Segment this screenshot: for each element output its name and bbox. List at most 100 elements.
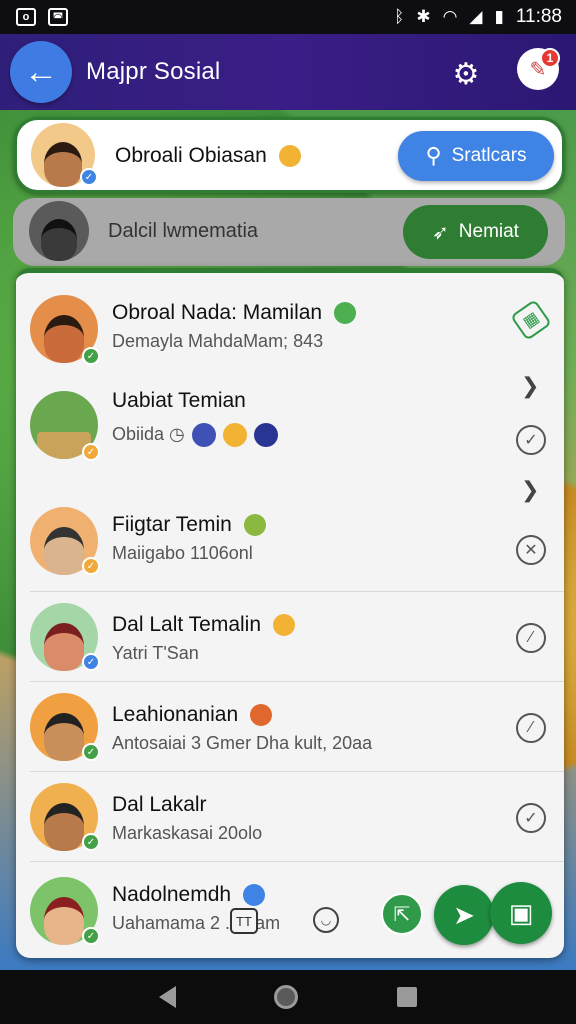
- arrow-left-icon: ←: [24, 52, 58, 91]
- gear-icon: ⚙: [452, 57, 480, 91]
- slash-circle-icon[interactable]: ⁄: [516, 713, 546, 743]
- list-item-subtitle-text: Obiida: [112, 423, 165, 444]
- list-item-name: Leahionanian: [112, 703, 272, 727]
- wave-emoji-icon: [242, 884, 265, 907]
- join-button-label: Nemiat: [458, 221, 519, 242]
- verified-badge-icon: ✓: [80, 168, 98, 186]
- list-item-name-text: Leahionanian: [112, 703, 239, 726]
- list-item-name-text: Obroal Nada: Mamilan: [112, 301, 323, 324]
- settings-button[interactable]: ⚙: [444, 52, 488, 96]
- image-icon: ◚: [48, 8, 68, 26]
- status-time: 11:88: [515, 6, 562, 27]
- list-item-name: Obroal Nada: Mamilan: [112, 301, 356, 325]
- wifi-icon: ◠: [442, 7, 458, 26]
- secondary-card[interactable]: Dalcil lwmematia ➶ Nemiat: [13, 198, 565, 266]
- list-item-name-text: Nadolnemdh: [112, 883, 232, 906]
- search-button-label: Sratlcars: [451, 145, 527, 166]
- bag-icon: ▣: [508, 897, 534, 928]
- nav-back-icon[interactable]: [159, 986, 177, 1008]
- smile-emoji-icon: [272, 614, 295, 637]
- chevron-right-icon[interactable]: ❯: [521, 477, 539, 503]
- featured-card[interactable]: ✓ Obroali Obiasan ⚲ Sratlcars: [14, 117, 565, 193]
- avatar-head: [43, 897, 85, 945]
- avatar-face: [29, 201, 89, 261]
- signal-icon: ◢: [469, 7, 483, 26]
- list-item-name: Uabiat Temian: [112, 389, 246, 412]
- avatar-head: [43, 803, 85, 851]
- secondary-title: Dalcil lwmematia: [108, 220, 259, 242]
- slash-circle-icon[interactable]: ⁄: [516, 623, 546, 653]
- list-item-subtitle: Yatri T'San: [112, 643, 199, 663]
- verified-badge-icon: ✓: [82, 443, 100, 461]
- featured-title: Obroali Obiasan: [115, 144, 301, 168]
- list-item-subtitle: Obiida ◷: [112, 423, 278, 447]
- nav-recents-icon[interactable]: [396, 987, 417, 1007]
- search-icon: ⚲: [425, 143, 442, 168]
- join-button[interactable]: ➶ Nemiat: [403, 205, 548, 259]
- vibrate-icon: ✱: [416, 7, 431, 26]
- smile-emoji-icon: [333, 302, 356, 325]
- grin-emoji-icon: [243, 514, 266, 537]
- bandage-icon[interactable]: ▦: [510, 299, 552, 341]
- verified-badge-icon: ✓: [82, 653, 100, 671]
- verified-badge-icon: ✓: [82, 347, 100, 365]
- share-icon: ⇱: [393, 903, 411, 926]
- list-item-subtitle: Antosaiai 3 Gmer Dha kult, 20aa: [112, 733, 373, 753]
- rocket-icon: ➶: [432, 221, 449, 244]
- notification-icon: o: [16, 8, 36, 26]
- list-item-subtitle: Demayla MahdaMam; 843: [112, 331, 324, 351]
- nav-home-icon[interactable]: [274, 985, 299, 1009]
- list-item-name-text: Dal Lalt Temalin: [112, 613, 262, 636]
- back-button[interactable]: ←: [10, 41, 72, 103]
- list-item-name-text: Fiigtar Temin: [112, 513, 232, 536]
- verified-badge-icon: ✓: [82, 557, 100, 575]
- status-bar: o ◚ ᛒ ✱ ◠ ◢ ▮ 11:88: [0, 0, 576, 34]
- verified-badge-icon: ✓: [82, 927, 100, 945]
- avatar-head: [43, 142, 83, 187]
- battery-icon: ▮: [494, 7, 504, 26]
- app-title: Majpr Sosial: [86, 58, 221, 85]
- search-button[interactable]: ⚲ Sratlcars: [398, 131, 554, 181]
- friend-avatar-icon: [191, 423, 216, 447]
- avatar-head: [43, 623, 85, 671]
- avatar-head: [43, 713, 85, 761]
- friend-avatar-icon: [253, 423, 278, 447]
- list-item-name: Fiigtar Temin: [112, 513, 266, 537]
- list-item[interactable]: ✓ Dal Lakalr Markaskasai 20olo ✓: [16, 771, 564, 862]
- list-item[interactable]: ✓ Leahionanian Antosaiai 3 Gmer Dha kult…: [16, 681, 564, 772]
- list-item-subtitle: Markaskasai 20olo: [112, 823, 263, 843]
- system-nav-bar: [0, 970, 576, 1024]
- list-item-name: Nadolnemdh: [112, 883, 265, 907]
- verified-badge-icon: ✓: [82, 833, 100, 851]
- list-item-name: Dal Lakalr: [112, 793, 207, 816]
- wink-emoji-icon: [222, 423, 247, 447]
- list-item[interactable]: ❯ ✓ Fiigtar Temin Maiigabo 1106onl ✕: [16, 477, 564, 592]
- avatar: [29, 201, 89, 261]
- status-right: ᛒ ✱ ◠ ◢ ▮ 11:88: [394, 6, 562, 28]
- pin-button[interactable]: TT: [230, 908, 258, 934]
- check-circle-icon[interactable]: ✓: [516, 803, 546, 833]
- verified-badge-icon: ✓: [82, 743, 100, 761]
- list-item-name: Dal Lalt Temalin: [112, 613, 295, 637]
- smile-emoji-icon: [278, 145, 301, 168]
- x-circle-icon[interactable]: ✕: [516, 535, 546, 565]
- share-button[interactable]: ⇱: [381, 893, 423, 935]
- list-item[interactable]: ✓ Dal Lalt Temalin Yatri T'San ⁄: [16, 591, 564, 682]
- check-circle-icon[interactable]: ✓: [516, 425, 546, 455]
- bluetooth-icon: ᛒ: [394, 7, 405, 26]
- laugh-emoji-icon: [249, 704, 272, 727]
- list-item-subtitle: Maiigabo 1106onl: [112, 543, 253, 563]
- timer-icon: ◷: [169, 423, 185, 444]
- send-button[interactable]: ➤: [434, 885, 494, 945]
- chevron-right-icon[interactable]: ❯: [521, 373, 539, 399]
- app-bar: ← Majpr Sosial ⚙ ✎ 1: [0, 34, 576, 110]
- clock-icon[interactable]: ◡: [313, 907, 339, 933]
- featured-title-text: Obroali Obiasan: [115, 144, 267, 167]
- bag-button[interactable]: ▣: [490, 882, 552, 944]
- avatar-head: [43, 315, 85, 363]
- send-icon: ➤: [453, 899, 475, 930]
- list-item[interactable]: ❯ ✓ Uabiat Temian Obiida ◷ ✓: [16, 373, 564, 491]
- status-left: o ◚: [16, 8, 68, 26]
- list-item[interactable]: ✓ Obroal Nada: Mamilan Demayla MahdaMam;…: [16, 291, 564, 381]
- avatar-head: [43, 527, 85, 575]
